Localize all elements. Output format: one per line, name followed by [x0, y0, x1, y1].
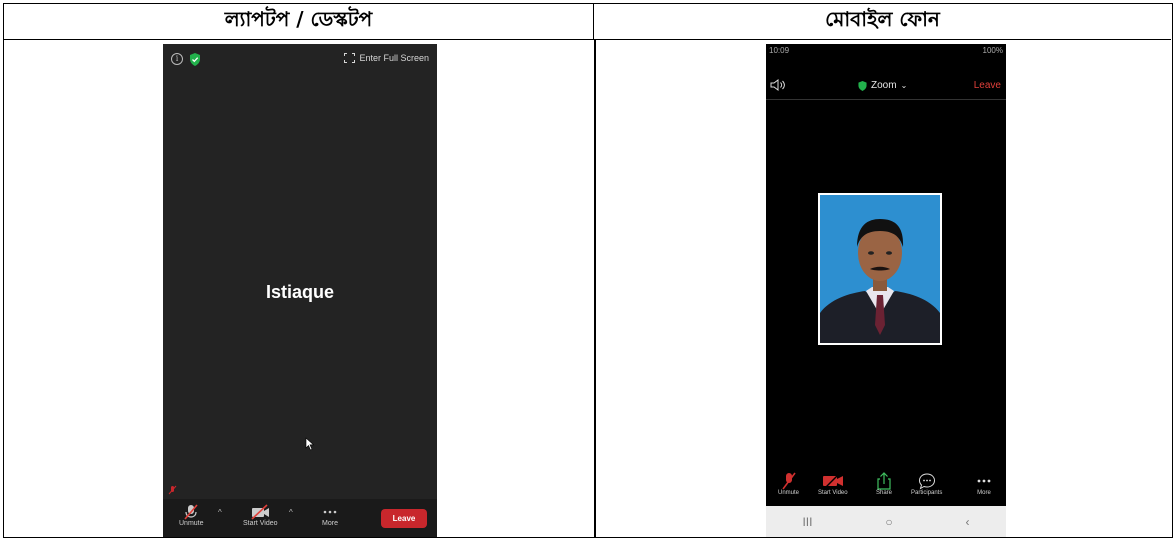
more-button[interactable]: More — [976, 472, 992, 496]
participants-label: Participants — [911, 490, 943, 496]
mobile-zoom-screen: 10:09 100% Zoom ⌄ Leave Unmute Start Vid… — [766, 44, 1006, 537]
back-button[interactable]: ‹ — [966, 515, 970, 529]
participants-icon — [918, 473, 935, 490]
unmute-label: Unmute — [778, 490, 800, 496]
chevron-down-icon: ⌄ — [900, 81, 908, 90]
shield-icon — [858, 80, 867, 91]
header-laptop: ল্যাপটপ / ডেস্কটপ — [4, 4, 594, 40]
status-bar: 10:09 100% — [766, 46, 1006, 58]
unmute-button[interactable]: Unmute — [778, 472, 799, 496]
video-options-chevron-icon[interactable]: ^ — [289, 508, 293, 517]
top-bar-divider — [766, 99, 1006, 100]
column-divider — [594, 40, 596, 537]
fullscreen-label: Enter Full Screen — [359, 53, 429, 63]
home-button[interactable]: ○ — [885, 515, 892, 529]
speaker-icon[interactable] — [770, 78, 786, 92]
participant-name: Istiaque — [265, 282, 335, 302]
mic-muted-icon — [781, 472, 796, 490]
video-off-icon — [251, 504, 270, 520]
start-video-button[interactable]: Start Video — [243, 504, 278, 527]
unmute-label: Unmute — [179, 520, 204, 527]
mobile-toolbar: Unmute Start Video Share Participants Mo… — [766, 472, 1006, 506]
more-button[interactable]: More — [322, 504, 338, 527]
cursor-icon — [305, 437, 315, 451]
muted-indicator-icon — [168, 485, 177, 495]
mic-muted-icon — [184, 504, 198, 520]
android-nav-bar: III ○ ‹ — [766, 506, 1006, 537]
fullscreen-icon — [344, 53, 356, 63]
start-video-button[interactable]: Start Video — [818, 472, 848, 496]
meeting-title-label: Zoom — [871, 80, 897, 91]
start-video-label: Start Video — [243, 520, 278, 527]
meeting-title[interactable]: Zoom ⌄ — [858, 80, 907, 91]
share-label: Share — [876, 490, 893, 496]
participants-button[interactable]: Participants — [911, 472, 942, 496]
unmute-button[interactable]: Unmute — [179, 504, 204, 527]
shield-icon[interactable] — [189, 53, 201, 66]
share-icon — [877, 472, 891, 490]
video-off-icon — [822, 472, 843, 490]
more-label: More — [977, 490, 991, 496]
portrait-image — [820, 195, 940, 343]
leave-link[interactable]: Leave — [974, 80, 1001, 91]
status-battery: 100% — [982, 46, 1003, 55]
header-mobile: মোবাইল ফোন — [594, 4, 1171, 40]
mobile-top-bar: Zoom ⌄ Leave — [766, 77, 1006, 97]
desktop-toolbar: Unmute ^ Start Video ^ More Leave — [163, 499, 437, 537]
share-button[interactable]: Share — [876, 472, 892, 496]
fullscreen-button[interactable]: Enter Full Screen — [344, 53, 429, 63]
status-time: 10:09 — [769, 46, 790, 55]
desktop-zoom-window: i Enter Full Screen Istiaque Unmute ^ St… — [163, 44, 437, 537]
audio-options-chevron-icon[interactable]: ^ — [218, 508, 222, 517]
recents-button[interactable]: III — [802, 515, 812, 529]
more-label: More — [322, 520, 338, 527]
leave-button[interactable]: Leave — [381, 509, 427, 528]
info-icon[interactable]: i — [171, 53, 183, 65]
more-icon — [977, 479, 991, 483]
more-icon — [323, 510, 337, 514]
participant-photo — [818, 193, 942, 345]
desktop-top-icons: i — [171, 53, 201, 66]
start-video-label: Start Video — [818, 490, 848, 496]
